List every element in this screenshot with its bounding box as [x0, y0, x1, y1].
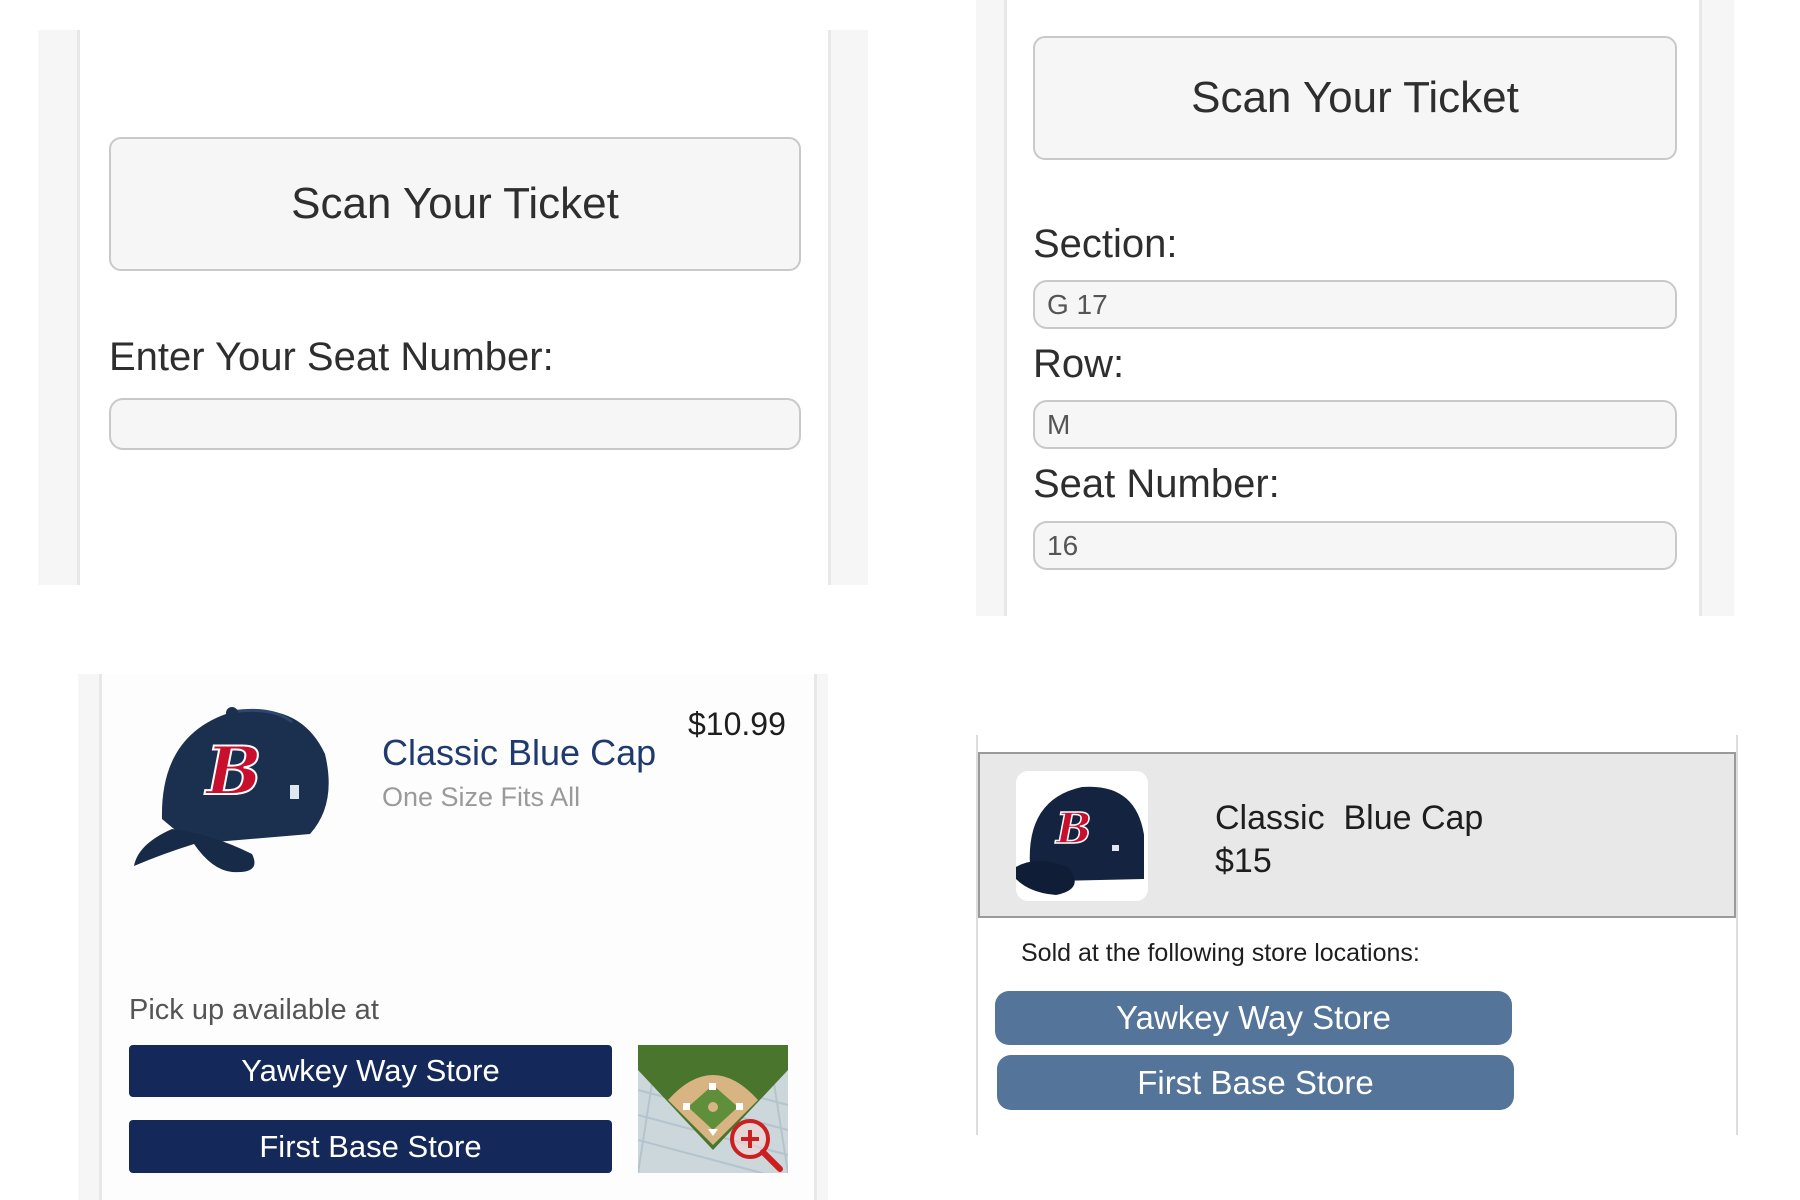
seat-number-label: Enter Your Seat Number:: [109, 335, 554, 379]
section-label: Section:: [1033, 222, 1178, 266]
product-title: Classic Blue Cap: [1215, 799, 1484, 837]
panel-scanned-ticket: Scan Your Ticket Section: Row: Seat Numb…: [1004, 0, 1702, 616]
baseball-cap-icon: B: [1016, 771, 1148, 901]
section-input[interactable]: [1033, 280, 1677, 329]
first-base-store-button[interactable]: First Base Store: [129, 1120, 612, 1173]
scan-ticket-button[interactable]: Scan Your Ticket: [109, 137, 801, 271]
seat-number-label: Seat Number:: [1033, 462, 1280, 506]
product-summary: B Classic Blue Cap $15: [978, 752, 1736, 918]
baseball-cap-icon: B: [132, 694, 342, 884]
panel-product-a: B Classic Blue Cap One Size Fits All $10…: [99, 674, 817, 1200]
product-price: $15: [1215, 842, 1272, 880]
zoom-in-icon[interactable]: [726, 1115, 784, 1173]
row-label: Row:: [1033, 342, 1125, 386]
yawkey-way-store-button[interactable]: Yawkey Way Store: [995, 991, 1512, 1045]
row-input[interactable]: [1033, 400, 1677, 449]
seat-number-input[interactable]: [1033, 521, 1677, 570]
ballpark-map-icon[interactable]: [638, 1045, 788, 1173]
svg-text:B: B: [204, 732, 262, 810]
store-locations-label: Sold at the following store locations:: [1021, 939, 1420, 967]
panel-seat-entry: Scan Your Ticket Enter Your Seat Number:: [77, 30, 831, 585]
panel-product-b: B Classic Blue Cap $15 Sold at the follo…: [976, 735, 1738, 1135]
product-title: Classic Blue Cap: [382, 732, 657, 773]
scan-ticket-button[interactable]: Scan Your Ticket: [1033, 36, 1677, 160]
svg-text:B: B: [1055, 804, 1092, 853]
product-size-note: One Size Fits All: [382, 782, 581, 812]
yawkey-way-store-button[interactable]: Yawkey Way Store: [129, 1045, 612, 1097]
first-base-store-button[interactable]: First Base Store: [997, 1055, 1514, 1110]
product-price: $10.99: [688, 706, 786, 742]
pickup-label: Pick up available at: [129, 994, 379, 1026]
seat-number-input[interactable]: [109, 398, 801, 450]
